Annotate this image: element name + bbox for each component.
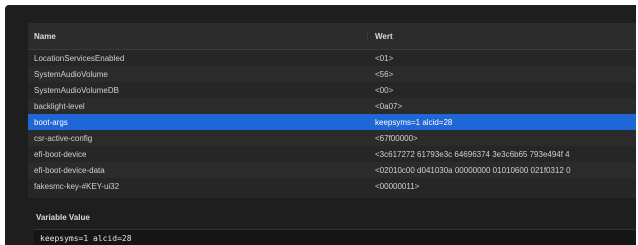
row-name: csr-active-config [34, 133, 93, 143]
column-header-name[interactable]: Name [28, 31, 368, 41]
table-row[interactable]: SystemAudioVolumeDB <00> [28, 82, 636, 98]
table-row-selected[interactable]: boot-args keepsyms=1 alcid=28 [28, 114, 636, 130]
table-row[interactable]: efi-boot-device <3c617272 61793e3c 64696… [28, 146, 636, 162]
row-value: <67f00000> [375, 133, 418, 143]
row-value: <02010c00 d041030a 00000000 01010600 021… [375, 165, 571, 175]
row-name: backlight-level [34, 101, 85, 111]
table-row[interactable]: SystemAudioVolume <56> [28, 66, 636, 82]
table-header: Name Wert [28, 23, 636, 50]
row-value: <01> [375, 53, 394, 63]
column-header-value[interactable]: Wert [368, 32, 636, 41]
row-name: fakesmc-key-#KEY-ui32 [34, 181, 120, 191]
row-name: LocationServicesEnabled [34, 53, 125, 63]
table-row[interactable]: fakesmc-key-#KEY-ui32 <00000011> [28, 178, 636, 194]
variable-value-text: keepsyms=1 alcid=28 [40, 234, 132, 243]
row-name: efi-boot-device [34, 149, 87, 159]
row-value: <00000011> [375, 181, 420, 191]
row-name: efi-boot-device-data [34, 165, 105, 175]
table-row[interactable]: efi-boot-device-data <02010c00 d041030a … [28, 162, 636, 178]
table-row[interactable]: csr-active-config <67f00000> [28, 130, 636, 146]
row-value: <00> [375, 85, 394, 95]
row-name: SystemAudioVolume [34, 69, 108, 79]
table-row[interactable]: LocationServicesEnabled <01> [28, 50, 636, 66]
row-value: keepsyms=1 alcid=28 [375, 117, 453, 127]
row-name: SystemAudioVolumeDB [34, 85, 119, 95]
variable-value-label: Variable Value [36, 213, 90, 222]
variable-value-field[interactable]: keepsyms=1 alcid=28 [34, 229, 636, 245]
row-value: <3c617272 61793e3c 64696374 3e3c6b65 793… [375, 149, 570, 159]
row-value: <56> [375, 69, 394, 79]
nvram-variables-table: Name Wert LocationServicesEnabled <01> S… [28, 23, 636, 198]
row-value: <0a07> [375, 101, 403, 111]
table-row[interactable]: backlight-level <0a07> [28, 98, 636, 114]
row-name: boot-args [34, 117, 68, 127]
nvram-editor-window: Name Wert LocationServicesEnabled <01> S… [5, 5, 636, 245]
